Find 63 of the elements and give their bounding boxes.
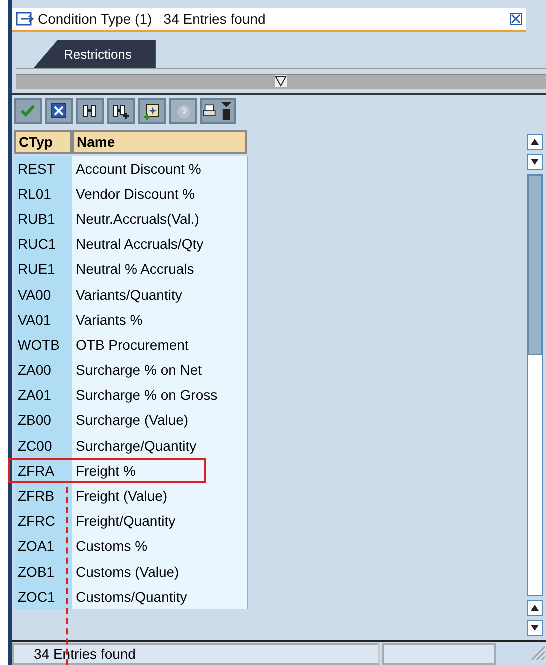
table-cell[interactable]: ZFRC xyxy=(14,508,72,534)
column-header[interactable]: CTyp xyxy=(14,130,72,154)
table-cell[interactable]: Surcharge % on Net xyxy=(72,358,247,383)
table-cell[interactable]: Variants/Quantity xyxy=(72,282,247,308)
checkmark-icon xyxy=(19,102,37,120)
print-button[interactable] xyxy=(200,98,236,124)
table-cell[interactable]: RL01 xyxy=(14,181,72,206)
table-cell[interactable]: Variants % xyxy=(72,307,247,332)
column-header[interactable]: Name xyxy=(72,130,247,154)
table-cell[interactable]: Customs/Quantity xyxy=(72,584,247,610)
arrow-down-icon xyxy=(531,159,539,165)
window-icon xyxy=(16,11,34,27)
table-cell[interactable]: ZOC1 xyxy=(14,584,72,610)
close-button[interactable] xyxy=(510,13,522,25)
scrollbar-thumb[interactable] xyxy=(528,175,542,355)
scrollbar-track[interactable] xyxy=(527,174,543,596)
find-button[interactable] xyxy=(76,98,104,124)
scroll-up-button[interactable] xyxy=(527,600,543,616)
table-cell[interactable]: OTB Procurement xyxy=(72,332,247,358)
table-cell[interactable]: ZA00 xyxy=(14,358,72,383)
table-cell[interactable]: Surcharge (Value) xyxy=(72,408,247,434)
new-button[interactable] xyxy=(138,98,166,124)
table-cell[interactable]: Neutral Accruals/Qty xyxy=(72,232,247,257)
table-cell[interactable]: ZC00 xyxy=(14,433,72,458)
table-cell[interactable]: Neutral % Accruals xyxy=(72,256,247,282)
tab[interactable]: Restrictions xyxy=(34,40,156,68)
status-message: 34 Entries found xyxy=(12,643,380,665)
table-cell[interactable]: Customs (Value) xyxy=(72,559,247,584)
table-cell[interactable]: Customs % xyxy=(72,534,247,559)
table-cell[interactable]: Surcharge/Quantity xyxy=(72,433,247,458)
table-cell[interactable]: RUB1 xyxy=(14,206,72,232)
sparkle-plus-icon xyxy=(143,102,161,120)
table-cell[interactable]: Freight (Value) xyxy=(72,483,247,509)
arrow-up-icon xyxy=(531,605,539,611)
table-cell[interactable]: Freight/Quantity xyxy=(72,508,247,534)
table-cell[interactable]: RUC1 xyxy=(14,232,72,257)
table-cell[interactable]: ZOB1 xyxy=(14,559,72,584)
find-next-button[interactable] xyxy=(107,98,135,124)
table-cell[interactable]: RUE1 xyxy=(14,256,72,282)
scroll-down-button[interactable] xyxy=(527,154,543,170)
cancel-button[interactable] xyxy=(45,98,73,124)
arrow-down-icon xyxy=(531,625,539,631)
table-cell[interactable]: Surcharge % on Gross xyxy=(72,382,247,408)
cancel-icon xyxy=(50,102,68,120)
table-cell[interactable]: ZFRB xyxy=(14,483,72,509)
table-cell[interactable]: Account Discount % xyxy=(72,156,247,182)
table-cell[interactable]: REST xyxy=(14,156,72,182)
table-cell[interactable]: Neutr.Accruals(Val.) xyxy=(72,206,247,232)
table-cell[interactable]: ZOA1 xyxy=(14,534,72,559)
table-cell[interactable]: Vendor Discount % xyxy=(72,181,247,206)
table-cell[interactable]: VA00 xyxy=(14,282,72,308)
check-button[interactable] xyxy=(14,98,42,124)
table-cell[interactable]: ZB00 xyxy=(14,408,72,434)
table-cell[interactable]: ZA01 xyxy=(14,382,72,408)
window-title: Condition Type (1) 34 Entries found xyxy=(38,11,267,27)
scroll-up-button[interactable] xyxy=(527,134,543,150)
close-icon xyxy=(511,14,521,24)
table-cell[interactable]: VA01 xyxy=(14,307,72,332)
scroll-down-button[interactable] xyxy=(527,620,543,636)
caret-icon xyxy=(219,102,234,120)
table-cell[interactable]: WOTB xyxy=(14,332,72,358)
arrow-up-icon xyxy=(531,139,539,145)
collapse-icon[interactable] xyxy=(275,75,287,87)
